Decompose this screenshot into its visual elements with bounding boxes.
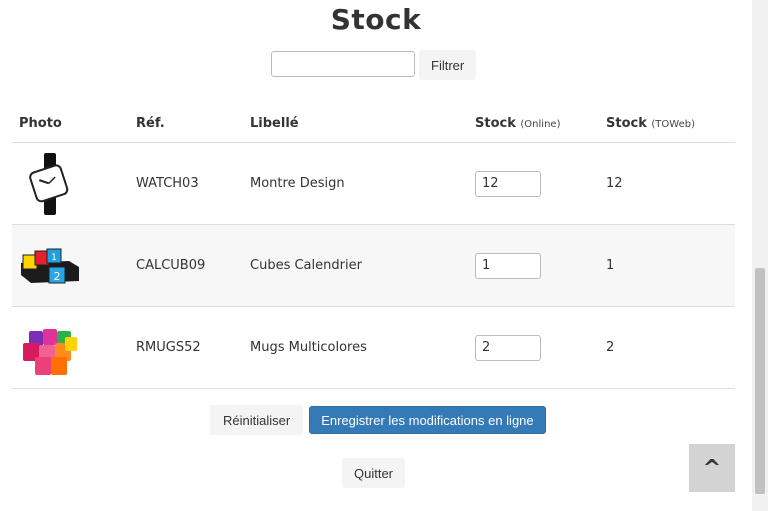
- table-header-row: Photo Réf. Libellé Stock (Online) Stock …: [12, 104, 735, 143]
- stock-toweb-cell: 12: [599, 142, 735, 225]
- calendar-cubes-icon: 2 1: [21, 248, 79, 283]
- stock-online-cell: [468, 224, 599, 307]
- header-photo: Photo: [12, 104, 129, 143]
- mugs-icon: [23, 328, 77, 375]
- quit-button[interactable]: Quitter: [342, 458, 406, 488]
- header-stock-online: Stock (Online): [468, 104, 599, 143]
- svg-text:2: 2: [54, 270, 61, 283]
- table-row: 2 1 CALCUB09 Cubes Calendrier 1: [12, 224, 735, 307]
- scrollbar-thumb[interactable]: [755, 268, 765, 494]
- photo-cell: [12, 306, 129, 389]
- ref-cell: RMUGS52: [129, 306, 243, 389]
- stock-table: Photo Réf. Libellé Stock (Online) Stock …: [12, 104, 735, 389]
- header-ref: Réf.: [129, 104, 243, 143]
- stock-toweb-cell: 1: [599, 224, 735, 307]
- save-online-button[interactable]: Enregistrer les modifications en ligne: [309, 406, 546, 434]
- label-cell: Mugs Multicolores: [243, 306, 468, 389]
- stock-online-input[interactable]: [475, 334, 541, 361]
- ref-cell: CALCUB09: [129, 224, 243, 307]
- vertical-scrollbar[interactable]: [752, 0, 768, 511]
- svg-text:1: 1: [51, 253, 57, 263]
- stock-online-cell: [468, 142, 599, 225]
- watch-icon: [29, 152, 69, 215]
- page-title: Stock: [330, 3, 422, 36]
- header-stock-online-sub: (Online): [520, 118, 561, 130]
- scroll-to-top-button[interactable]: ^: [689, 444, 735, 492]
- stock-online-cell: [468, 306, 599, 389]
- filter-bar: Filtrer: [271, 50, 477, 80]
- photo-cell: 2 1: [12, 224, 129, 307]
- reset-button[interactable]: Réinitialiser: [210, 405, 304, 435]
- caret-up-icon: ^: [702, 455, 722, 481]
- quit-bar: Quitter: [342, 458, 406, 488]
- header-label: Libellé: [243, 104, 468, 143]
- table-row: WATCH03 Montre Design 12: [12, 142, 735, 225]
- filter-button[interactable]: Filtrer: [419, 50, 477, 80]
- header-stock-toweb: Stock (TOWeb): [599, 104, 735, 143]
- stock-online-input[interactable]: [475, 252, 541, 279]
- header-stock-toweb-sub: (TOWeb): [651, 118, 695, 130]
- header-stock-toweb-label: Stock: [606, 115, 647, 131]
- photo-cell: [12, 142, 129, 225]
- action-bar: Réinitialiser Enregistrer les modificati…: [210, 405, 546, 435]
- label-cell: Montre Design: [243, 142, 468, 225]
- table-row: RMUGS52 Mugs Multicolores 2: [12, 306, 735, 389]
- header-stock-online-label: Stock: [475, 115, 516, 131]
- stock-online-input[interactable]: [475, 170, 541, 197]
- stock-toweb-cell: 2: [599, 306, 735, 389]
- filter-input[interactable]: [271, 51, 415, 77]
- ref-cell: WATCH03: [129, 142, 243, 225]
- label-cell: Cubes Calendrier: [243, 224, 468, 307]
